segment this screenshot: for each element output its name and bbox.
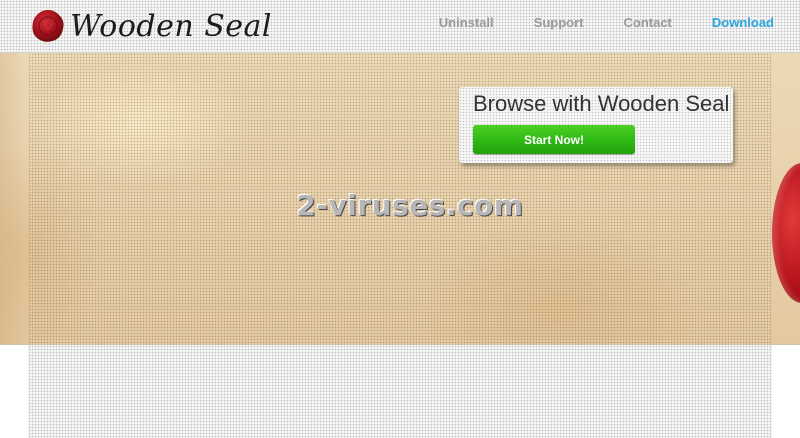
wax-seal-decoration [772, 163, 800, 303]
top-nav: Uninstall Support Contact Download [399, 15, 774, 30]
site-header: Wooden Seal Uninstall Support Contact Do… [0, 0, 800, 53]
start-now-button[interactable]: Start Now! [473, 125, 635, 154]
brand-name: Wooden Seal [70, 8, 273, 44]
promo-box: Browse with Wooden Seal Start Now! [459, 87, 733, 163]
logo[interactable]: Wooden Seal [30, 6, 272, 46]
content-area [28, 345, 772, 438]
nav-support[interactable]: Support [534, 15, 584, 30]
watermark: 2-viruses.com [296, 189, 524, 222]
nav-uninstall[interactable]: Uninstall [439, 15, 494, 30]
wax-seal-icon [32, 10, 64, 42]
hero-banner: Browse with Wooden Seal Start Now! 2-vir… [0, 53, 800, 345]
nav-download[interactable]: Download [712, 15, 774, 30]
nav-contact[interactable]: Contact [624, 15, 672, 30]
promo-title: Browse with Wooden Seal [473, 91, 730, 116]
